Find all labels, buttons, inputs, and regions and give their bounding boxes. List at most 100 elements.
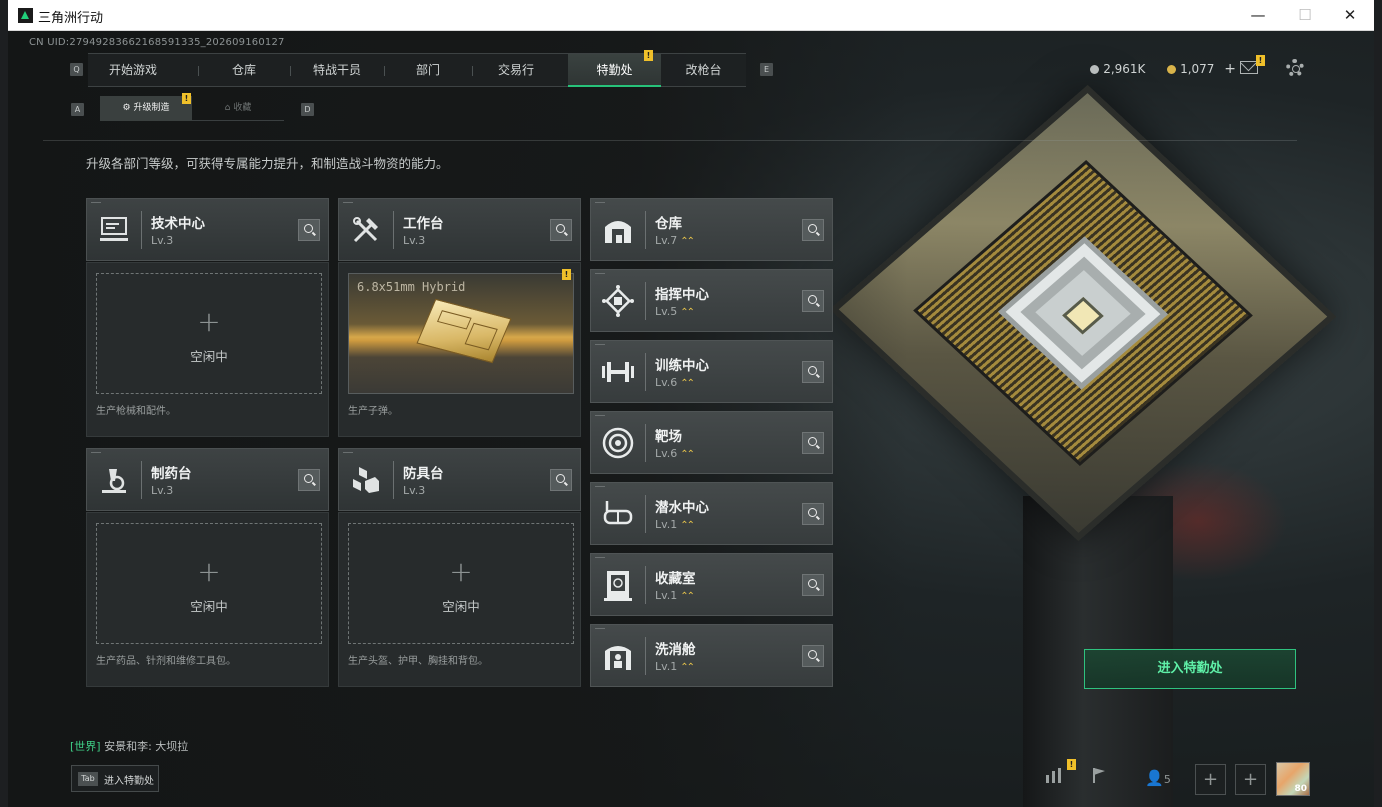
cube-inner-panel	[913, 160, 1253, 466]
level-text: Lv.5	[655, 305, 678, 318]
level-text: Lv.6	[655, 376, 678, 389]
plus-icon: +	[197, 305, 221, 338]
card-level: Lv.3	[151, 234, 174, 247]
subtab-upgrade-craft[interactable]: ⚙ 升级制造	[100, 96, 192, 121]
armor-bench-card[interactable]: 防具台 Lv.3	[338, 448, 581, 511]
tab-hint-button[interactable]: Tab 进入特勤处	[71, 765, 159, 792]
add-currency-button[interactable]: +	[1224, 61, 1236, 77]
training-center-icon	[601, 355, 635, 389]
workbench-alert-badge: !	[562, 269, 571, 280]
subtab-collection[interactable]: ⌂ 收藏	[192, 96, 284, 121]
search-icon[interactable]	[802, 645, 824, 667]
cube-core	[998, 236, 1168, 390]
card-divider	[645, 424, 646, 462]
subtab-collection-label: 收藏	[233, 103, 252, 113]
maximize-button[interactable]: ☐	[1292, 4, 1318, 26]
collection-room-icon	[601, 568, 635, 602]
tech-center-card[interactable]: 技术中心 Lv.3	[86, 198, 329, 261]
search-icon[interactable]	[802, 503, 824, 525]
upgrade-available-icon: ⌃⌃	[680, 236, 695, 247]
tab-trading[interactable]: 交易行	[472, 54, 560, 87]
friends-button[interactable]: 👤5	[1136, 764, 1180, 795]
card-level: Lv.5 ⌃⌃	[655, 305, 695, 318]
flag-icon[interactable]	[1083, 764, 1114, 795]
special-ops-alert-badge: !	[644, 50, 653, 61]
world-chat-line[interactable]: [世界] 安景和李: 大坝拉	[70, 738, 188, 754]
game-viewport: CN UID:2794928366216859133​5_20260916012…	[8, 31, 1374, 807]
armor-bench-icon	[349, 463, 383, 497]
plus-icon: +	[197, 555, 221, 588]
producing-slot[interactable]: 6.8x51mm Hybrid	[348, 273, 574, 394]
tab-start-game[interactable]: 开始游戏	[88, 54, 178, 87]
card-name: 制药台	[151, 466, 192, 482]
tab-key: Tab	[78, 772, 98, 786]
facility-shooting-range-card[interactable]: 靶场 Lv.6 ⌃⌃	[590, 411, 833, 474]
warehouse-icon	[601, 213, 635, 247]
tab-departments[interactable]: 部门	[384, 54, 472, 87]
upgrade-available-icon: ⌃⌃	[680, 307, 695, 318]
pharmacy-card[interactable]: 制药台 Lv.3	[86, 448, 329, 511]
tab-hint-label: 进入特勤处	[104, 776, 154, 787]
producing-item-name: 6.8x51mm Hybrid	[357, 280, 466, 294]
level-text: Lv.7	[655, 234, 678, 247]
upgrade-available-icon: ⌃⌃	[680, 662, 695, 673]
idle-slot[interactable]: + 空闲中	[96, 523, 322, 644]
facility-warehouse-card[interactable]: 仓库 Lv.7 ⌃⌃	[590, 198, 833, 261]
search-icon[interactable]	[802, 361, 824, 383]
facility-diving-center-card[interactable]: 潜水中心 Lv.1 ⌃⌃	[590, 482, 833, 545]
subnav-next-key[interactable]: D	[301, 103, 314, 116]
facility-training-center-card[interactable]: 训练中心 Lv.6 ⌃⌃	[590, 340, 833, 403]
app-logo-icon	[18, 8, 33, 23]
facility-collection-room-card[interactable]: 收藏室 Lv.1 ⌃⌃	[590, 553, 833, 616]
card-name: 技术中心	[151, 216, 205, 232]
search-icon[interactable]	[298, 219, 320, 241]
add-squad-slot-button[interactable]: +	[1235, 764, 1266, 795]
enter-special-ops-button[interactable]: 进入特勤处	[1084, 649, 1296, 689]
pharmacy-production: + 空闲中 生产药品、针剂和维修工具包。	[86, 512, 329, 687]
tab-warehouse[interactable]: 仓库	[198, 54, 290, 87]
window-titlebar: 三角洲行动 — ☐ ✕	[8, 0, 1374, 31]
card-level: Lv.3	[403, 484, 426, 497]
workbench-card[interactable]: 工作台 Lv.3	[338, 198, 581, 261]
facility-command-center-card[interactable]: 指挥中心 Lv.5 ⌃⌃	[590, 269, 833, 332]
subnav-prev-key[interactable]: A	[71, 103, 84, 116]
subtab-upgrade-craft-label: 升级制造	[133, 103, 170, 113]
window-title: 三角洲行动	[38, 11, 104, 26]
card-level: Lv.1 ⌃⌃	[655, 660, 695, 673]
card-divider	[645, 495, 646, 533]
search-icon[interactable]	[802, 432, 824, 454]
search-icon[interactable]	[802, 574, 824, 596]
slot-status: 空闲中	[190, 349, 228, 364]
tech-center-icon	[97, 213, 131, 247]
card-level: Lv.1 ⌃⌃	[655, 589, 695, 602]
add-squad-slot-button[interactable]: +	[1195, 764, 1226, 795]
card-name: 训练中心	[655, 358, 709, 374]
tab-gunsmith[interactable]: 改枪台	[661, 54, 746, 87]
stats-alert-badge: !	[1067, 759, 1076, 770]
stats-chart-icon[interactable]	[1038, 764, 1069, 795]
level-text: Lv.1	[655, 589, 678, 602]
nav-prev-key[interactable]: Q	[70, 63, 83, 76]
silver-amount: 2,961K	[1103, 62, 1146, 76]
level-text: Lv.1	[655, 660, 678, 673]
card-divider	[645, 282, 646, 320]
search-icon[interactable]	[550, 469, 572, 491]
nav-next-key[interactable]: E	[760, 63, 773, 76]
currency-display: 2,961K 1,077 +	[1090, 61, 1236, 77]
card-name: 收藏室	[655, 571, 696, 587]
card-name: 防具台	[403, 466, 444, 482]
settings-gear-icon[interactable]	[1286, 59, 1304, 77]
minimize-button[interactable]: —	[1245, 4, 1271, 26]
search-icon[interactable]	[802, 290, 824, 312]
gear-craft-icon: ⚙	[122, 103, 131, 113]
search-icon[interactable]	[802, 219, 824, 241]
tab-operators[interactable]: 特战干员	[290, 54, 384, 87]
close-button[interactable]: ✕	[1337, 4, 1363, 26]
player-avatar[interactable]: 80	[1276, 762, 1310, 796]
plus-icon: +	[449, 555, 473, 588]
search-icon[interactable]	[298, 469, 320, 491]
idle-slot[interactable]: + 空闲中	[96, 273, 322, 394]
idle-slot[interactable]: + 空闲中	[348, 523, 574, 644]
search-icon[interactable]	[550, 219, 572, 241]
facility-decontamination-card[interactable]: 洗消舱 Lv.1 ⌃⌃	[590, 624, 833, 687]
